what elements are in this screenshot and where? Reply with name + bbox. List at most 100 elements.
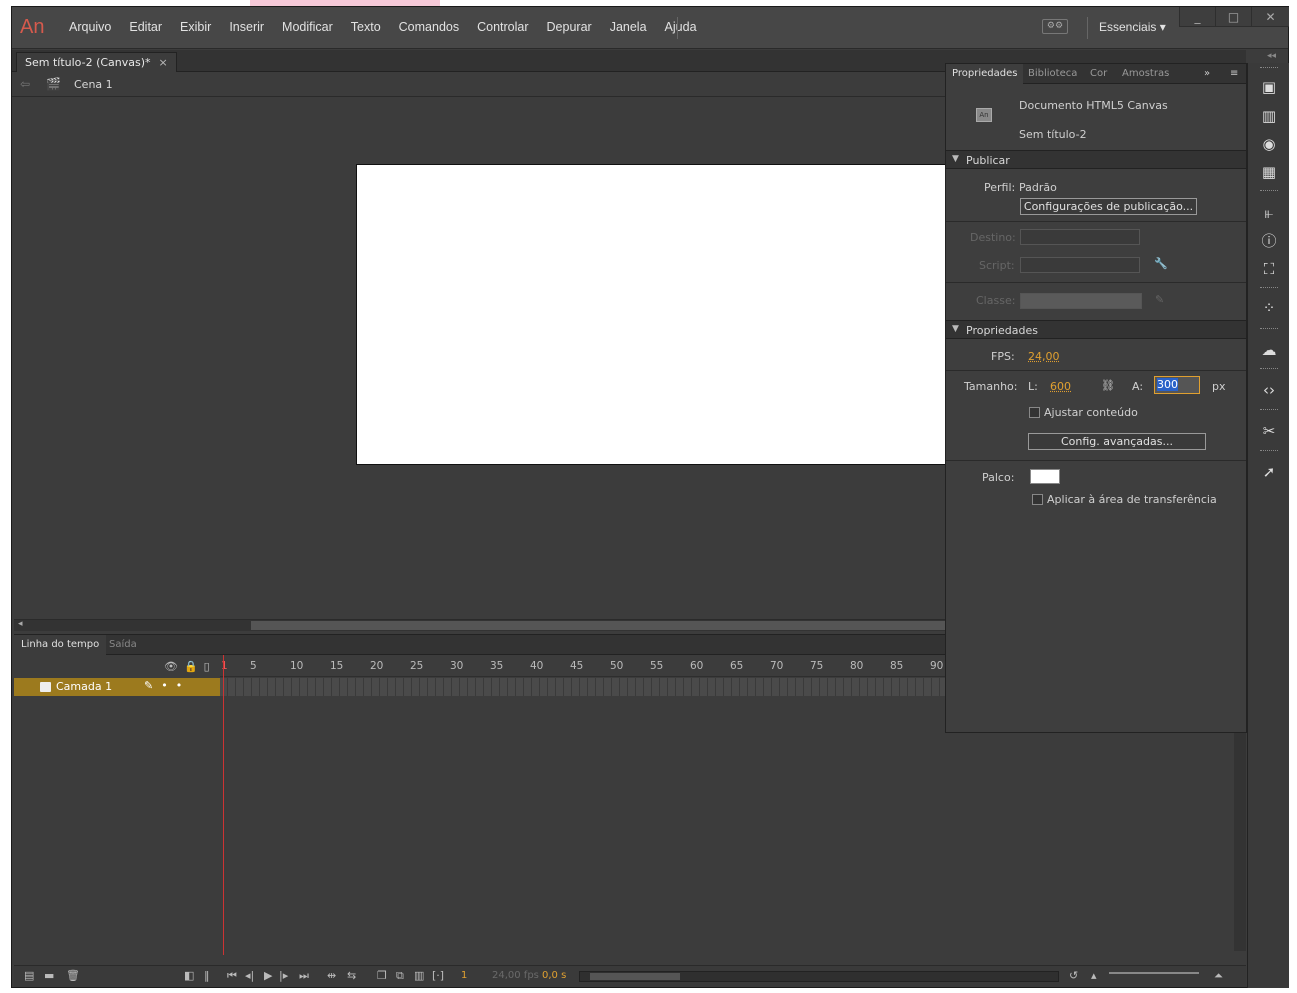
menu-arquivo[interactable]: Arquivo [60, 20, 120, 34]
scroll-left-icon[interactable]: ◂ [18, 619, 23, 629]
menu-ajuda[interactable]: Ajuda [656, 20, 706, 34]
layer-name[interactable]: Camada 1 [56, 680, 112, 693]
export-icon[interactable]: ➚ [1260, 463, 1278, 481]
onion-skin-icon[interactable]: ❐ [377, 969, 387, 982]
properties-icon[interactable]: ▣ [1260, 78, 1278, 96]
color-icon[interactable]: ◉ [1260, 135, 1278, 153]
tab-swatches[interactable]: Amostras [1116, 64, 1175, 84]
onion-outline-icon[interactable]: ⧉ [396, 969, 404, 983]
dock-grip[interactable] [1260, 67, 1278, 69]
trash-icon[interactable]: 🗑 [66, 969, 80, 982]
workspace-switcher[interactable]: Essenciais ▾ [1099, 20, 1166, 34]
tab-properties[interactable]: Propriedades [946, 64, 1024, 84]
scene-name[interactable]: Cena 1 [74, 78, 113, 91]
last-frame-icon[interactable]: ⏭ [299, 969, 309, 983]
zoom-out-icon[interactable]: ▴ [1091, 969, 1097, 982]
zoom-slider[interactable] [1109, 972, 1199, 974]
dock-grip[interactable] [1260, 190, 1278, 192]
collapse-panels-icon[interactable]: ◂◂ [1267, 51, 1276, 61]
transform-icon[interactable]: ⛶ [1260, 260, 1278, 278]
wrench-icon[interactable]: 🔧 [1154, 257, 1168, 270]
menu-texto[interactable]: Texto [342, 20, 390, 34]
step-back-icon[interactable]: ◂| [245, 969, 254, 982]
menu-depurar[interactable]: Depurar [538, 20, 601, 34]
playhead[interactable] [223, 655, 224, 955]
center-frame-icon[interactable]: ◧ [184, 969, 194, 982]
pencil-edit-icon[interactable]: ✎ [1155, 293, 1164, 306]
class-input[interactable] [1020, 293, 1142, 309]
properties-section-header[interactable]: ▼ Propriedades [946, 320, 1246, 339]
close-icon[interactable]: × [159, 56, 168, 69]
elapsed-time[interactable]: 0,0 s [542, 970, 566, 981]
lock-icon[interactable]: 🔒 [184, 660, 204, 673]
sync-icon[interactable]: ⇆ [347, 969, 356, 982]
modify-markers-icon[interactable]: [·] [432, 969, 444, 982]
restore-button[interactable]: □ [1215, 7, 1251, 27]
tab-color[interactable]: Cor [1084, 64, 1113, 84]
frame-ruler[interactable]: 1 5 10 15 20 25 30 35 40 45 50 55 60 65 70 75 80 85 90 [220, 657, 945, 677]
dock-grip[interactable] [1260, 287, 1278, 289]
dock-grip[interactable] [1260, 450, 1278, 452]
dock-grip[interactable] [1260, 368, 1278, 370]
motion-presets-icon[interactable]: ⁘ [1260, 299, 1278, 317]
menu-editar[interactable]: Editar [120, 20, 171, 34]
dock-grip[interactable] [1260, 328, 1278, 330]
height-input[interactable]: 300 [1154, 376, 1200, 394]
tab-timeline[interactable]: Linha do tempo [14, 635, 107, 655]
layer-frames[interactable] [220, 678, 945, 696]
cc-libraries-icon[interactable]: ☁ [1260, 341, 1278, 359]
close-window-button[interactable]: ✕ [1251, 7, 1289, 27]
clipboard-checkbox[interactable] [1032, 494, 1043, 505]
publish-section-header[interactable]: ▼ Publicar [946, 150, 1246, 169]
panel-menu-icon[interactable]: ≡ [1224, 64, 1244, 84]
stage-horizontal-scrollbar[interactable]: ◂ [14, 619, 945, 631]
menu-inserir[interactable]: Inserir [220, 20, 273, 34]
menu-comandos[interactable]: Comandos [390, 20, 468, 34]
stage-color-swatch[interactable] [1030, 469, 1060, 484]
swatches-icon[interactable]: ▦ [1260, 163, 1278, 181]
script-select[interactable] [1020, 257, 1140, 273]
align-icon[interactable]: ⫦ [1260, 204, 1278, 222]
menu-controlar[interactable]: Controlar [468, 20, 537, 34]
lock-dot[interactable]: • [176, 679, 191, 692]
menu-janela[interactable]: Janela [601, 20, 656, 34]
frame-rate[interactable]: 24,00 fps [492, 970, 539, 981]
target-select[interactable] [1020, 229, 1140, 245]
menu-modificar[interactable]: Modificar [273, 20, 342, 34]
play-icon[interactable]: ▶ [264, 969, 272, 982]
tab-output[interactable]: Saída [102, 635, 144, 655]
center-playhead-icon[interactable]: ↺ [1069, 969, 1078, 982]
tools-icon[interactable]: ✂ [1260, 422, 1278, 440]
timeline-scrollbar[interactable] [579, 971, 1059, 982]
stage-canvas[interactable] [356, 164, 948, 465]
gamepad-icon[interactable]: ⚙⚙ [1042, 19, 1068, 34]
new-folder-icon[interactable]: ▬ [44, 969, 54, 982]
current-frame[interactable]: 1 [461, 970, 467, 981]
menu-exibir[interactable]: Exibir [171, 20, 220, 34]
tab-library[interactable]: Biblioteca [1022, 64, 1083, 84]
library-icon[interactable]: ▥ [1260, 107, 1278, 125]
layer-row[interactable]: Camada 1 ✎•• [14, 678, 945, 696]
minimize-button[interactable]: _ [1179, 7, 1215, 27]
link-icon[interactable]: ⛓ [1101, 379, 1115, 392]
edit-multiple-icon[interactable]: ▥ [414, 969, 424, 982]
publish-settings-button[interactable]: Configurações de publicação... [1020, 198, 1197, 215]
fit-content-checkbox[interactable] [1029, 407, 1040, 418]
insert-frame-icon[interactable]: ⇹ [327, 969, 336, 982]
dock-grip[interactable] [1260, 409, 1278, 411]
fps-value[interactable]: 24,00 [1028, 350, 1060, 363]
outline-icon[interactable]: ▯ [204, 660, 216, 673]
step-forward-icon[interactable]: |▸ [279, 969, 288, 982]
timeline-scroll-thumb[interactable] [590, 973, 680, 980]
new-layer-icon[interactable]: ▤ [24, 969, 34, 982]
eye-icon[interactable]: 👁 [164, 660, 184, 673]
timeline-vertical-scrollbar[interactable] [1234, 731, 1246, 951]
advanced-settings-button[interactable]: Config. avançadas... [1028, 433, 1206, 450]
scroll-thumb[interactable] [251, 621, 945, 630]
document-tab[interactable]: Sem título-2 (Canvas)* × [16, 52, 177, 72]
first-frame-icon[interactable]: ⏮ [227, 969, 237, 983]
zoom-in-icon[interactable]: ⏶ [1214, 969, 1223, 983]
more-tabs-icon[interactable]: » [1198, 64, 1216, 84]
info-icon[interactable]: ⓘ [1260, 232, 1278, 250]
back-arrow-icon[interactable]: ⇦ [20, 77, 30, 91]
